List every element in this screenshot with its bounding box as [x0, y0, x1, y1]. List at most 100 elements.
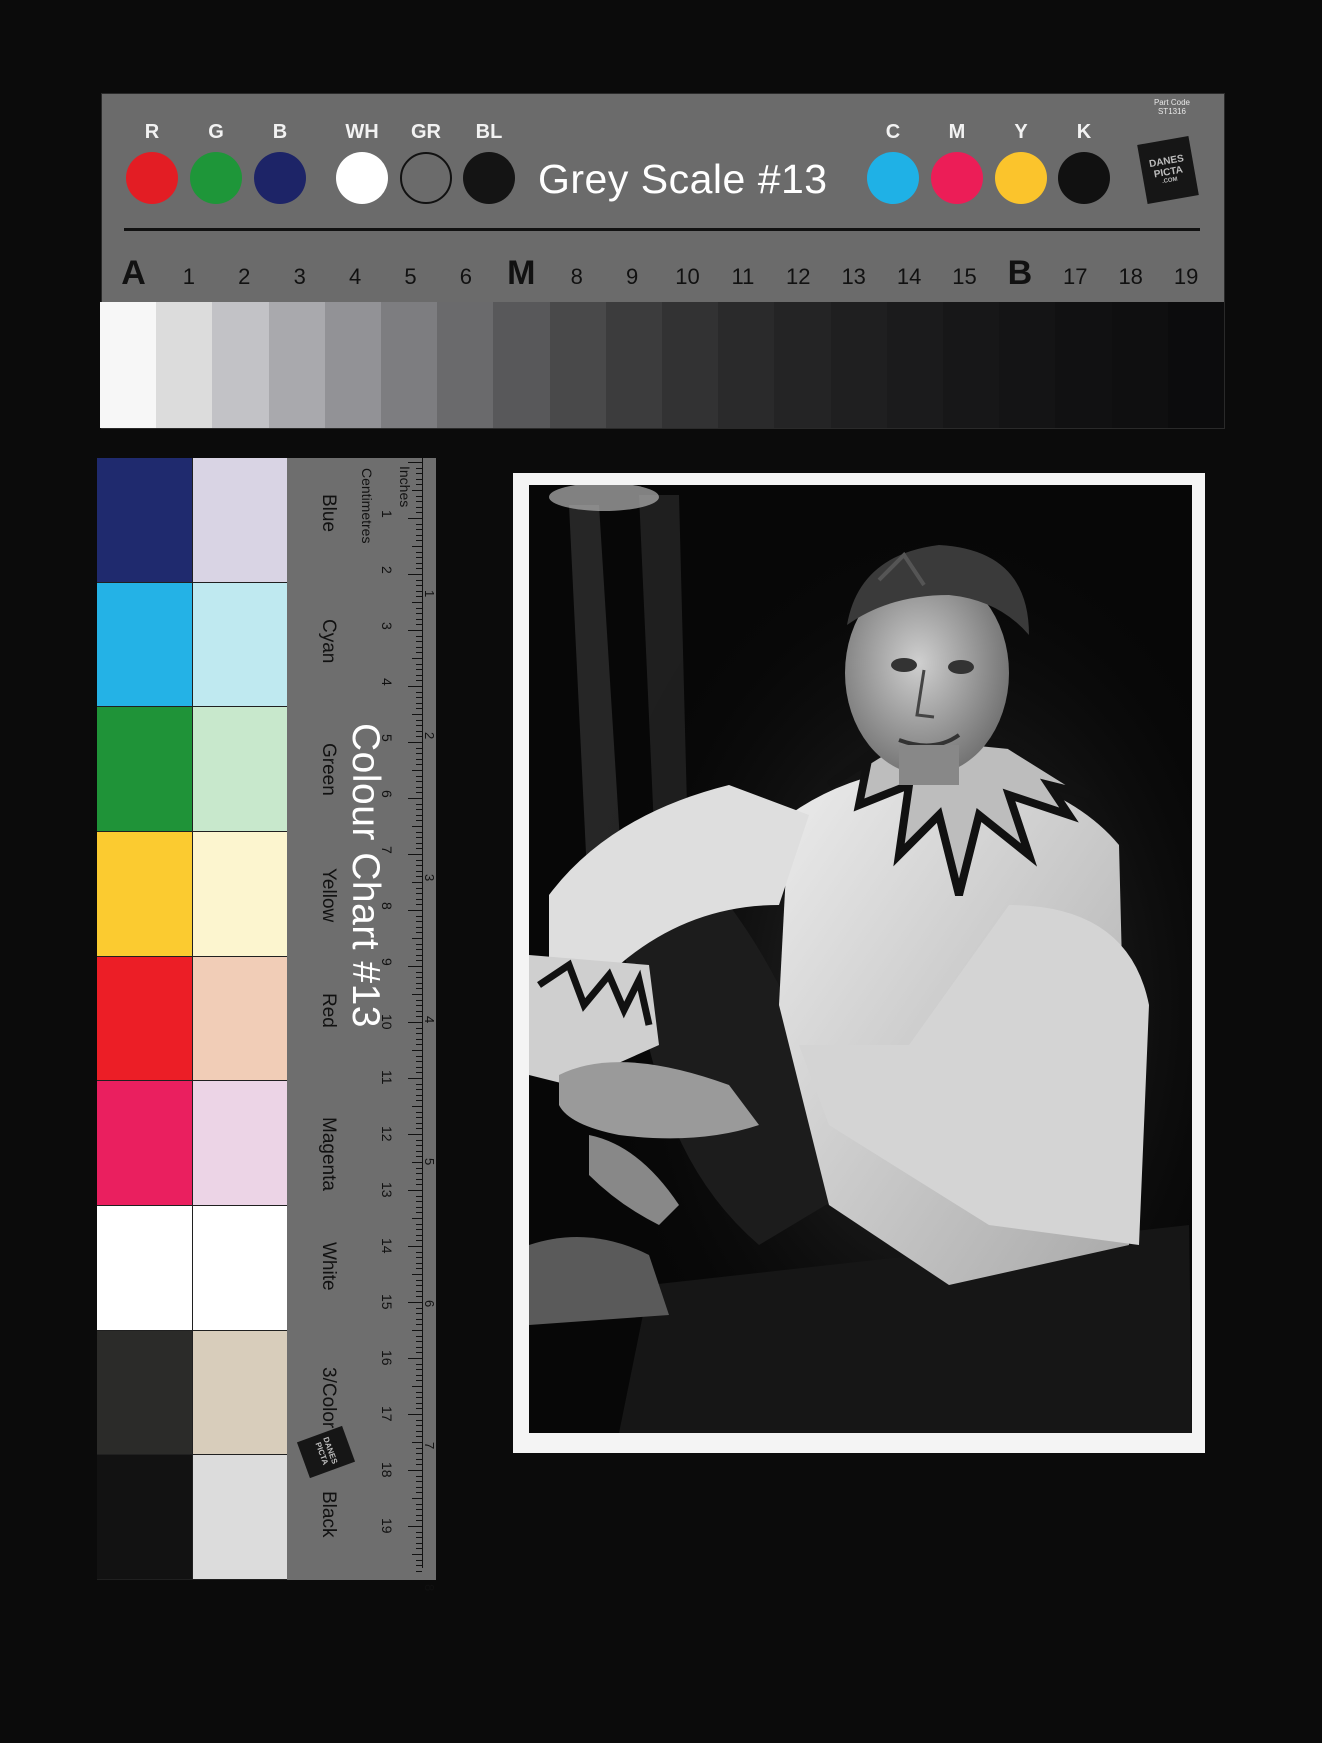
ruler-tick: [416, 1128, 422, 1130]
ruler-tick: [416, 613, 422, 615]
ruler-tick: [416, 534, 422, 536]
step-label-13: 13: [841, 264, 866, 289]
ruler-tick: [416, 1167, 422, 1169]
cm-mark-2: 2: [379, 566, 395, 574]
grey-scale-title: Grey Scale #13: [538, 156, 828, 202]
inch-mark-5: 5: [422, 1158, 437, 1166]
ruler-tick: [416, 1425, 422, 1427]
ruler-tick: [412, 546, 422, 547]
ruler-tick: [412, 1554, 422, 1555]
ruler-tick: [416, 904, 422, 906]
ruler-tick: [408, 1022, 422, 1023]
cm-mark-19: 19: [379, 1518, 395, 1534]
ruler-tick: [412, 490, 422, 491]
ruler-tick: [416, 540, 422, 542]
grey-step-1: [156, 302, 213, 428]
ruler-tick: [416, 579, 422, 581]
swatch-yellow: [995, 152, 1047, 204]
ruler-tick: [416, 1509, 422, 1511]
ruler-tick: [416, 1374, 422, 1376]
swatch-label-wh: WH: [345, 121, 379, 143]
grey-step-6: [437, 302, 494, 428]
ruler-tick: [416, 1223, 422, 1225]
colour-label-white: White: [318, 1242, 339, 1291]
cm-mark-9: 9: [379, 958, 395, 966]
ruler-tick: [416, 1453, 422, 1455]
swatch-label-k: K: [1076, 121, 1092, 143]
ruler-tick: [416, 669, 422, 671]
ruler-tick: [412, 770, 422, 771]
ruler-tick: [408, 910, 422, 911]
jester-portrait-illustration: [529, 485, 1192, 1433]
step-label-b: B: [1007, 254, 1033, 292]
ruler-tick: [416, 820, 422, 822]
photo-mount: [513, 473, 1205, 1453]
colour-label-green: Green: [318, 743, 339, 797]
ruler-tick: [416, 719, 422, 721]
ruler-tick: [408, 686, 422, 687]
ruler-tick: [416, 1397, 422, 1399]
ruler-tick: [416, 977, 422, 979]
ruler-tick: [408, 1358, 422, 1359]
ruler-tick: [408, 854, 422, 855]
ruler-tick: [416, 1055, 422, 1057]
part-code-value: ST1316: [1157, 107, 1186, 116]
step-label-1: 1: [182, 264, 196, 289]
ruler-tick: [416, 1038, 422, 1040]
ruler-tick: [416, 1363, 422, 1365]
unit-centimetres: Centimetres: [359, 468, 375, 544]
ruler-tick: [416, 1346, 422, 1348]
cm-mark-13: 13: [379, 1182, 395, 1198]
ruler-tick: [416, 954, 422, 956]
ruler-tick: [412, 1218, 422, 1219]
ruler-tick: [416, 680, 422, 682]
patch-3-color-solid: [97, 1330, 193, 1456]
ruler-tick: [412, 1442, 422, 1443]
ruler-tick: [416, 1570, 422, 1572]
step-label-15: 15: [952, 264, 977, 289]
ruler-tick: [416, 1559, 422, 1561]
ruler-tick: [416, 691, 422, 693]
ruler-tick: [416, 1139, 422, 1141]
grey-step-13: [830, 302, 887, 428]
grey-step-18: [1111, 302, 1168, 428]
grey-step-a: [100, 302, 157, 428]
ruler-tick: [416, 1184, 422, 1186]
ruler-tick: [416, 960, 422, 962]
step-label-10: 10: [675, 264, 700, 289]
ruler-tick: [416, 1206, 422, 1208]
ruler-tick: [416, 1044, 422, 1046]
ruler-tick: [416, 702, 422, 704]
ruler-tick: [416, 1486, 422, 1488]
ruler-tick: [416, 1542, 422, 1544]
ruler-tick: [416, 887, 422, 889]
inch-mark-2: 2: [422, 732, 437, 740]
ruler-tick: [416, 1464, 422, 1466]
ruler-tick: [416, 792, 422, 794]
grey-step-10: [662, 302, 719, 428]
ruler-tick: [416, 1514, 422, 1516]
step-label-19: 19: [1173, 264, 1199, 289]
ruler-tick: [416, 1072, 422, 1074]
colour-label-yellow: Yellow: [318, 868, 339, 923]
ruler-tick: [416, 831, 422, 833]
ruler-tick: [416, 848, 422, 850]
grey-step-m: [493, 302, 550, 428]
grey-scale-steps: [100, 302, 1225, 428]
ruler-tick: [416, 915, 422, 917]
ruler-tick: [416, 652, 422, 654]
ruler-tick: [416, 837, 422, 839]
ruler-tick: [416, 1094, 422, 1096]
ruler-tick: [416, 1492, 422, 1494]
cm-mark-1: 1: [379, 510, 395, 518]
swatch-black: [463, 152, 515, 204]
patch-cyan-tint: [193, 582, 289, 708]
ruler-tick: [416, 814, 422, 816]
ruler-tick: [416, 1335, 422, 1337]
ruler-tick: [408, 1414, 422, 1415]
ruler-tick: [416, 949, 422, 951]
patch-blue-tint: [193, 458, 289, 583]
colour-label-black: Black: [318, 1491, 339, 1538]
patch-magenta-solid: [97, 1081, 193, 1206]
ruler-tick: [416, 1100, 422, 1102]
